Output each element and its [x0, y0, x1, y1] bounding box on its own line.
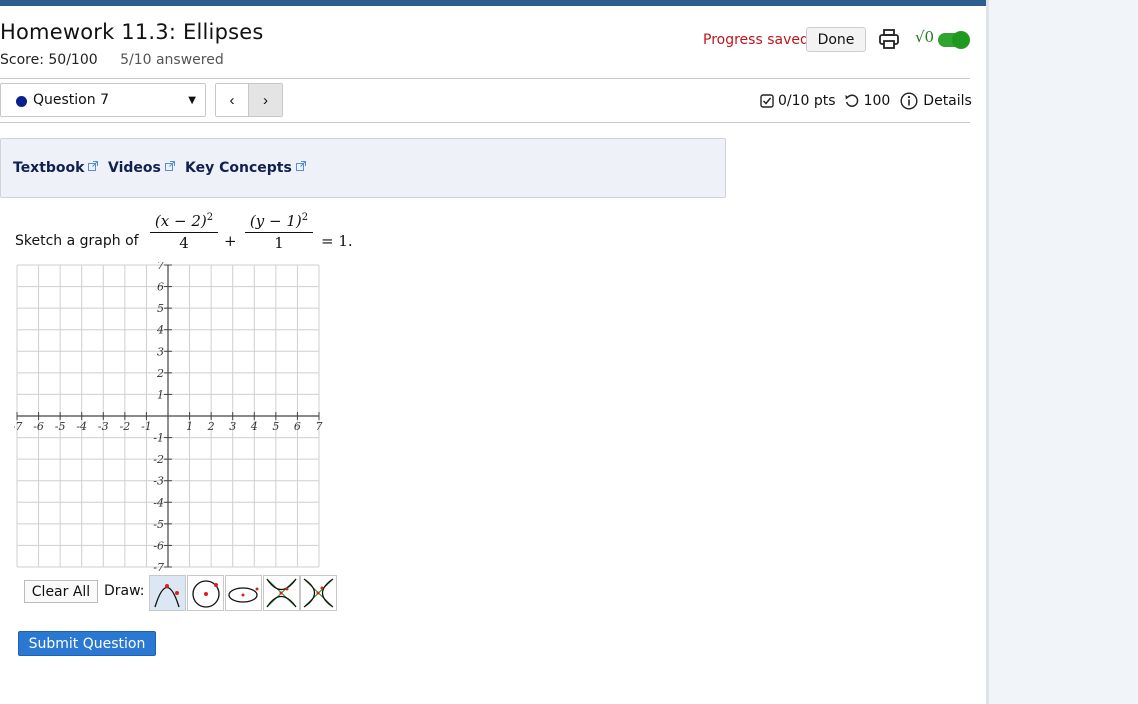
y-tick-label: 7	[157, 262, 164, 272]
y-tick-label: -5	[153, 518, 164, 531]
divider-nav	[0, 122, 970, 123]
y-tick-label: -1	[153, 432, 164, 445]
exponent-x: 2	[206, 212, 214, 223]
key-concepts-link-label: Key Concepts	[185, 160, 292, 176]
videos-link-label: Videos	[108, 160, 161, 176]
textbook-link[interactable]: Textbook	[13, 160, 99, 176]
x-tick-label: -4	[76, 420, 87, 433]
x-tick-label: 7	[316, 420, 323, 433]
assignment-title: Homework 11.3: Ellipses	[0, 20, 264, 44]
equation-rhs: = 1.	[321, 232, 353, 250]
draw-label: Draw:	[104, 583, 145, 599]
x-tick-label: 6	[294, 420, 301, 433]
y-tick-label: 2	[156, 367, 164, 380]
x-tick-label: -6	[33, 420, 44, 433]
numerator-x: (x − 2)	[154, 212, 207, 230]
math-toggle-switch[interactable]	[938, 31, 970, 49]
external-link-icon	[164, 161, 175, 171]
done-button[interactable]: Done	[806, 27, 866, 52]
chevron-down-icon: ▼	[188, 95, 196, 106]
denominator-x: 4	[179, 234, 189, 252]
question-dropdown[interactable]: Question 7 ▼	[0, 83, 206, 117]
videos-link[interactable]: Videos	[108, 160, 175, 176]
x-tick-label: -3	[98, 420, 109, 433]
y-tick-label: -7	[153, 561, 164, 572]
score-text: Score: 50/100	[0, 52, 98, 68]
help-resources-panel: Textbook Videos Key Concepts	[0, 138, 726, 198]
ellipse-icon	[228, 587, 259, 603]
ellipse-tool-button[interactable]	[225, 575, 262, 611]
circle-icon	[192, 580, 220, 608]
points-text: 0/10 pts	[778, 93, 836, 109]
submit-question-button[interactable]: Submit Question	[18, 631, 156, 656]
x-tick-label: -7	[14, 420, 22, 433]
external-link-icon	[295, 161, 306, 171]
y-tick-label: 6	[157, 281, 164, 294]
numerator-y: (y − 1)	[249, 212, 302, 230]
y-tick-label: -3	[153, 475, 164, 488]
clear-all-button[interactable]: Clear All	[24, 580, 98, 603]
math-input-icon[interactable]: √0	[915, 28, 934, 46]
y-tick-label: 3	[157, 345, 164, 358]
x-tick-label: 2	[207, 420, 215, 433]
parabola-tool-button[interactable]	[149, 575, 186, 611]
info-icon	[900, 92, 918, 110]
x-tick-label: 1	[186, 420, 193, 433]
y-tick-label: 5	[157, 302, 164, 315]
x-tick-label: 5	[272, 420, 279, 433]
fraction-x: (x − 2)2 4	[150, 212, 218, 252]
fraction-y: (y − 1)2 1	[245, 212, 313, 252]
y-tick-label: -4	[153, 496, 164, 509]
key-concepts-link[interactable]: Key Concepts	[185, 160, 306, 176]
details-label: Details	[923, 93, 972, 109]
x-tick-label: 4	[250, 420, 258, 433]
question-meta: 0/10 pts 100 Details	[760, 92, 972, 110]
attempts-remaining: 100	[863, 93, 891, 109]
denominator-y: 1	[274, 234, 284, 252]
y-tick-label: 4	[156, 324, 164, 337]
circle-tool-button[interactable]	[187, 575, 224, 611]
y-tick-label: -6	[153, 539, 164, 552]
x-tick-label: -2	[119, 420, 130, 433]
y-tick-label: 1	[157, 388, 164, 401]
next-question-button[interactable]: ›	[248, 83, 283, 117]
print-icon[interactable]	[878, 28, 900, 50]
question-prompt: Sketch a graph of	[15, 233, 139, 249]
question-dropdown-label: Question 7	[33, 92, 109, 108]
top-accent-bar	[0, 0, 986, 6]
graph-canvas[interactable]: -7 -6 -5 -4 -3 -2 -1 1 2 3 4 5 6 7 7 6 5 4 3 2 1 -1 -2 -3 -4 -5 -6…	[14, 262, 324, 572]
checkbox-icon	[760, 94, 774, 108]
parabola-icon	[154, 584, 180, 608]
score-line: Score: 50/100 5/10 answered	[0, 52, 224, 68]
hyperbola-horizontal-tool-button[interactable]	[300, 575, 337, 611]
x-tick-label: -1	[141, 420, 152, 433]
hyperbola-horizontal-icon	[303, 578, 334, 608]
right-side-panel	[986, 0, 1138, 704]
progress-saved-status: Progress saved	[703, 32, 809, 48]
answered-count: 5/10 answered	[120, 52, 224, 68]
hyperbola-vertical-icon	[266, 578, 297, 608]
hyperbola-vertical-tool-button[interactable]	[263, 575, 300, 611]
exponent-y: 2	[301, 212, 309, 223]
previous-question-button[interactable]: ‹	[215, 83, 249, 117]
divider-top	[0, 78, 970, 79]
toggle-knob	[952, 31, 970, 49]
y-tick-label: -2	[153, 453, 164, 466]
retry-icon	[845, 94, 858, 107]
x-tick-label: 3	[229, 420, 236, 433]
details-link[interactable]: Details	[900, 92, 972, 110]
plus-sign: +	[224, 232, 237, 250]
external-link-icon	[88, 161, 99, 171]
question-status-dot	[16, 96, 27, 107]
x-tick-label: -5	[55, 420, 66, 433]
textbook-link-label: Textbook	[13, 160, 85, 176]
